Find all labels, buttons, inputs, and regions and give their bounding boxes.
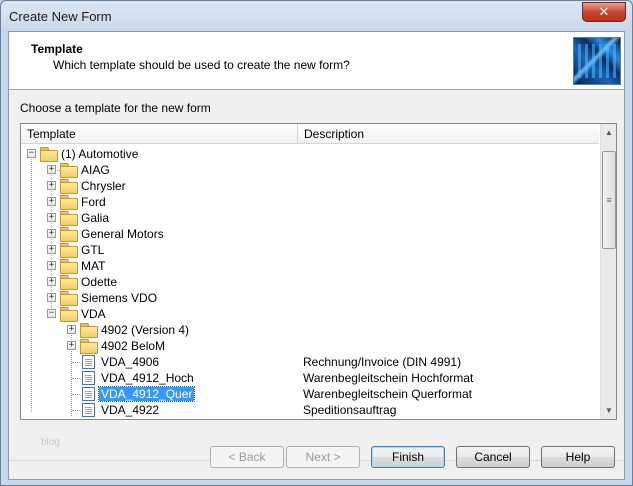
folder-icon [60,291,78,306]
wizard-header: Template Which template should be used t… [9,32,624,90]
column-header-description[interactable]: Description [299,124,599,144]
folder-icon [80,323,98,338]
expand-icon[interactable]: + [47,261,56,270]
finish-button[interactable]: Finish [371,446,445,468]
tree-item-label: 4902 BeloM [101,339,166,353]
header-subtitle: Which template should be used to create … [53,58,350,72]
folder-open-icon [40,147,58,162]
title-bar[interactable]: Create New Form ✕ [1,1,632,31]
expand-icon[interactable]: + [47,181,56,190]
next-button[interactable]: Next > [286,446,360,468]
create-new-form-dialog: Create New Form ✕ Template Which templat… [0,0,633,486]
tree-row-template-selected[interactable]: VDA_4912_Quer Warenbegleitschein Querfor… [21,386,599,402]
tree-connector [72,410,80,411]
expand-icon[interactable]: + [47,293,56,302]
tree-item-description: Warenbegleitschein Querformat [303,387,472,401]
tree-row-template[interactable]: VDA_4912_Hoch Warenbegleitschein Hochfor… [21,370,599,386]
tree-item-label: Ford [81,195,106,209]
tree-row[interactable]: + Chrysler [21,178,599,194]
tree-row-root[interactable]: − (1) Automotive [21,146,599,162]
header-title: Template [31,42,83,56]
folder-icon [80,339,98,354]
tree-item-description: Rechnung/Invoice (DIN 4991) [303,355,462,369]
collapse-icon[interactable]: − [47,309,56,318]
tree-item-label: AIAG [81,163,110,177]
dialog-client-area: Template Which template should be used t… [8,31,625,480]
tree-item-label: VDA_4922 [101,403,160,417]
form-template-icon [82,387,95,401]
folder-icon [60,179,78,194]
wizard-banner-image [573,37,621,85]
tree-item-label: Chrysler [81,179,126,193]
tree-item-label: VDA_4912_Hoch [101,371,194,385]
folder-open-icon [60,307,78,322]
column-header-template[interactable]: Template [21,124,298,144]
tree-item-label: Odette [81,275,118,289]
collapse-icon[interactable]: − [27,149,36,158]
tree-row[interactable]: + Siemens VDO [21,290,599,306]
tree-row[interactable]: + Galia [21,210,599,226]
tree-item-label: 4902 (Version 4) [101,323,190,337]
expand-icon[interactable]: + [47,229,56,238]
tree-row[interactable]: + Odette [21,274,599,290]
tree-row[interactable]: + AIAG [21,162,599,178]
tree-row[interactable]: + Ford [21,194,599,210]
tree-item-label: Siemens VDO [81,291,158,305]
expand-icon[interactable]: + [67,341,76,350]
expand-icon[interactable]: + [47,213,56,222]
tree-item-label: General Motors [81,227,164,241]
tree-connector [72,362,80,363]
folder-icon [60,259,78,274]
expand-icon[interactable]: + [47,245,56,254]
template-tree[interactable]: Template Description − (1) Automotive + … [20,123,617,420]
tree-row[interactable]: + 4902 BeloM [21,338,599,354]
tree-row-template[interactable]: VDA_4906 Rechnung/Invoice (DIN 4991) [21,354,599,370]
form-template-icon [82,371,95,385]
folder-icon [60,227,78,242]
column-header: Template Description [21,124,599,144]
close-button[interactable]: ✕ [582,2,626,22]
folder-icon [60,211,78,226]
close-icon: ✕ [598,4,610,19]
tree-item-description: Warenbegleitschein Hochformat [303,371,474,385]
tree-item-label: GTL [81,243,105,257]
form-template-icon [82,355,95,369]
back-button[interactable]: < Back [210,446,284,468]
expand-icon[interactable]: + [47,277,56,286]
scrollbar-thumb[interactable]: ≡ [602,151,616,249]
tree-item-description: Speditionsauftrag [303,403,397,417]
scroll-down-icon[interactable]: ▼ [601,402,616,419]
folder-icon [60,163,78,178]
folder-icon [60,275,78,290]
window-title: Create New Form [9,9,112,24]
tree-row-template[interactable]: VDA_4922 Speditionsauftrag [21,402,599,418]
tree-item-label: VDA [81,307,106,321]
tree-row[interactable]: + MAT [21,258,599,274]
help-button[interactable]: Help [541,446,615,468]
choose-template-label: Choose a template for the new form [20,101,211,115]
tree-item-label: VDA_4906 [101,355,160,369]
expand-icon[interactable]: + [47,165,56,174]
tree-item-label: (1) Automotive [61,147,139,161]
form-template-icon [82,403,95,417]
tree-item-label: VDA_4912_Quer [97,386,196,402]
expand-icon[interactable]: + [47,197,56,206]
tree-row[interactable]: + General Motors [21,226,599,242]
expand-icon[interactable]: + [67,325,76,334]
tree-item-label: Galia [81,211,110,225]
tree-connector [72,378,80,379]
folder-icon [60,195,78,210]
tree-row[interactable]: − VDA [21,306,599,322]
tree-row[interactable]: + GTL [21,242,599,258]
watermark-text: blog [41,437,60,448]
tree-item-label: MAT [81,259,106,273]
tree-row[interactable]: + 4902 (Version 4) [21,322,599,338]
scroll-up-icon[interactable]: ▲ [601,124,616,141]
folder-icon [60,243,78,258]
tree-connector [72,394,80,395]
vertical-scrollbar[interactable]: ▲ ≡ ▼ [600,124,616,419]
cancel-button[interactable]: Cancel [456,446,530,468]
